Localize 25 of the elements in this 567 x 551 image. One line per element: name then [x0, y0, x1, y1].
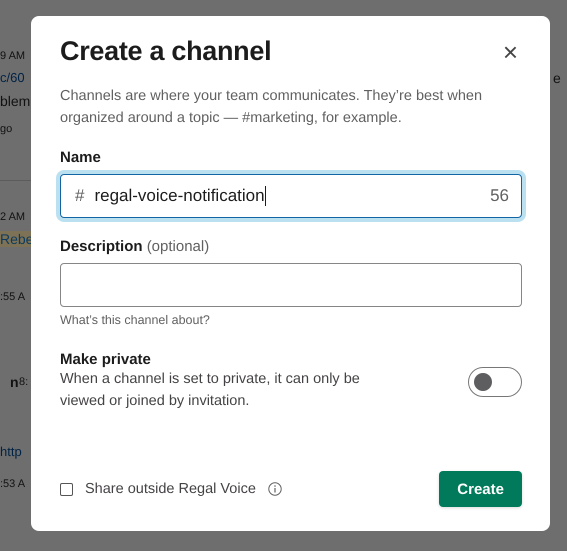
background-message-text: c/60	[0, 70, 25, 86]
background-message-text: :53 A	[0, 477, 26, 492]
background-message-text: blem	[0, 93, 30, 109]
make-private-label: Make private	[60, 351, 152, 368]
background-message-text: go	[0, 122, 12, 137]
background-message-text: 2 AM	[0, 210, 26, 225]
description-input-field[interactable]	[60, 263, 522, 307]
create-button[interactable]: Create	[439, 471, 522, 507]
name-label: Name	[60, 149, 102, 166]
make-private-description: When a channel is set to private, it can only be viewed or joined by invitation.	[60, 370, 361, 411]
info-icon[interactable]	[268, 482, 282, 496]
background-message-text: e	[553, 70, 561, 86]
dialog-title: Create a channel	[60, 36, 272, 67]
background-message-text: n	[10, 374, 19, 390]
background-message-text: 8:	[19, 375, 28, 390]
private-toggle[interactable]	[468, 366, 522, 396]
description-label: Description (optional)	[60, 238, 210, 255]
close-button[interactable]: ×	[498, 38, 522, 64]
share-checkbox[interactable]	[60, 482, 73, 496]
description-hint: What’s this channel about?	[60, 313, 211, 327]
background-message-text: :55 A	[0, 290, 26, 305]
background-message-text: 9 AM	[0, 49, 26, 64]
background-message-text: http	[0, 444, 22, 460]
dialog-description: Channels are where your team communicates. They’re best when organized around a topic — #marketing, for example.	[60, 87, 484, 128]
share-label: Share outside Regal Voice	[85, 481, 256, 497]
